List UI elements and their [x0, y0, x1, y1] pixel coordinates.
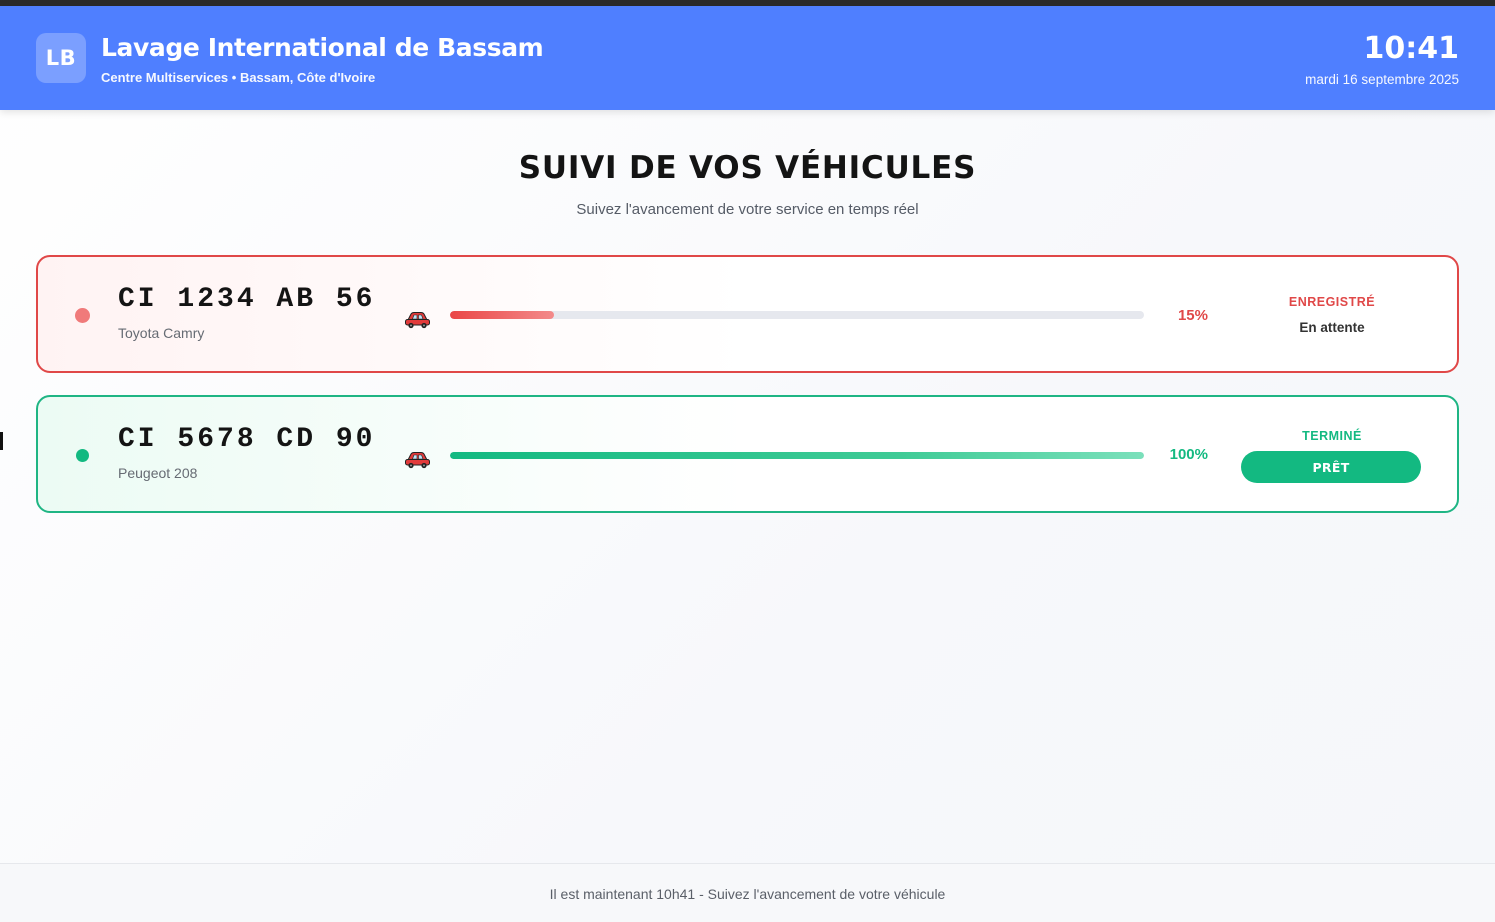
brand-title: Lavage International de Bassam	[101, 33, 544, 62]
footer: Il est maintenant 10h41 - Suivez l'avanc…	[0, 863, 1495, 922]
page-title: SUIVI DE VOS VÉHICULES	[518, 150, 977, 186]
car-icon	[405, 312, 430, 329]
status-dot	[75, 308, 90, 323]
progress-fill	[450, 311, 555, 319]
edge-marker	[0, 432, 3, 450]
status-label: ENREGISTRÉ	[1288, 295, 1376, 309]
ready-button[interactable]: PRÊT	[1241, 451, 1421, 483]
license-plate: CI 1234 AB 56	[118, 284, 376, 315]
status-dot	[76, 449, 89, 462]
brand-logo: LB	[36, 33, 86, 83]
page-subtitle: Suivez l'avancement de votre service en …	[576, 201, 919, 218]
car-icon	[405, 452, 430, 469]
license-plate: CI 5678 CD 90	[118, 424, 376, 455]
progress-fill	[450, 452, 1144, 459]
vehicle-card[interactable]: CI 5678 CD 90 Peugeot 208 100% TERMINÉ P…	[36, 395, 1459, 513]
brand-subtitle: Centre Multiservices • Bassam, Côte d'Iv…	[101, 70, 376, 85]
progress-percent: 15%	[1177, 307, 1208, 324]
status-label: TERMINÉ	[1302, 429, 1362, 443]
progress-percent: 100%	[1169, 446, 1208, 463]
footer-text: Il est maintenant 10h41 - Suivez l'avanc…	[549, 886, 946, 902]
clock-time: 10:41	[1363, 31, 1460, 66]
vehicle-model: Peugeot 208	[118, 465, 198, 481]
progress-bar	[450, 311, 1144, 319]
clock-date: mardi 16 septembre 2025	[1305, 72, 1459, 87]
progress-bar	[450, 452, 1144, 459]
vehicle-card[interactable]: CI 1234 AB 56 Toyota Camry 15% ENREGISTR…	[36, 255, 1459, 373]
vehicle-model: Toyota Camry	[118, 325, 205, 341]
status-text: En attente	[1299, 320, 1365, 335]
app-header: LB Lavage International de Bassam Centre…	[0, 6, 1495, 110]
